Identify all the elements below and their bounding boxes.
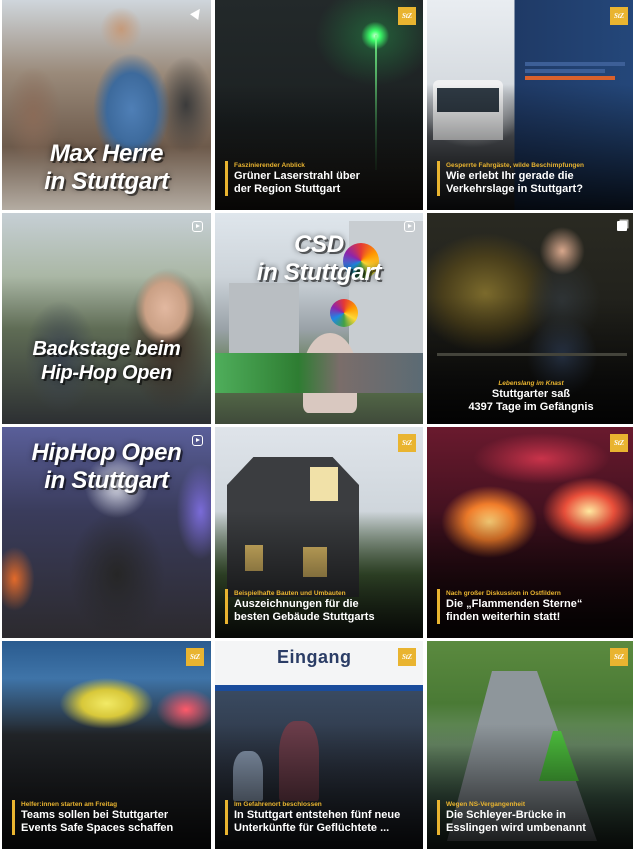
crowd [215,353,423,393]
grid-tile-hiphop-open[interactable]: HipHop Open in Stuttgart [2,427,211,638]
grid-tile-csd[interactable]: CSD in Stuttgart [215,213,423,424]
blue-stripe [215,685,423,691]
caption-headline: In Stuttgart entstehen fünf neue Unterkü… [234,809,401,834]
house-window [310,467,338,501]
tile-title: CSD in Stuttgart [256,231,382,286]
caption-kicker: Faszinierender Anblick [234,162,305,169]
caption-kicker: Gesperrte Fahrgäste, wilde Beschimpfunge… [446,162,584,169]
grid-tile-backstage[interactable]: Backstage beim Hip-Hop Open [2,213,211,424]
tile-caption: Faszinierender Anblick Grüner Laserstrah… [225,161,415,196]
caption-kicker: Helfer:innen starten am Freitag [21,801,118,808]
caption-kicker: Lebenslang im Knast [498,380,564,387]
caption-kicker: Nach großer Diskussion in Ostfildern [446,590,561,597]
grid-tile-schleyer-bruecke[interactable]: StZ Wegen NS-Vergangenheit Die Schleyer-… [427,641,633,849]
rainbow-flag [330,299,358,327]
grid-tile-max-herre[interactable]: Max Herre in Stuttgart [2,0,211,210]
stz-logo: StZ [610,7,628,25]
reel-icon [192,221,203,232]
tile-caption: Nach großer Diskussion in Ostfildern Die… [437,589,627,624]
caption-kicker: Beispielhafte Bauten und Umbauten [234,590,346,597]
profile-post-grid: Max Herre in Stuttgart StZ Faszinierende… [0,0,633,849]
tile-caption: Im Gefahrenort beschlossen In Stuttgart … [225,800,415,835]
caption-headline: Grüner Laserstrahl über der Region Stutt… [234,170,360,195]
tile-caption: Wegen NS-Vergangenheit Die Schleyer-Brüc… [437,800,627,835]
tile-title: HipHop Open in Stuttgart [31,439,182,494]
caption-kicker: Im Gefahrenort beschlossen [234,801,322,808]
grid-tile-safe-spaces[interactable]: StZ Helfer:innen starten am Freitag Team… [2,641,211,849]
building-left [229,283,299,353]
tile-caption: Gesperrte Fahrgäste, wilde Beschimpfunge… [437,161,627,196]
stz-logo: StZ [398,7,416,25]
caption-headline: Stuttgarter saß 4397 Tage im Gefängnis [468,388,594,413]
tile-caption: Lebenslang im Knast Stuttgarter saß 4397… [427,379,633,414]
stz-logo: StZ [186,648,204,666]
caption-headline: Die Schleyer-Brücke in Esslingen wird um… [446,809,586,834]
grid-tile-flammende-sterne[interactable]: StZ Nach großer Diskussion in Ostfildern… [427,427,633,638]
carousel-icon [617,221,627,231]
caption-headline: Auszeichnungen für die besten Gebäude St… [234,598,375,623]
grid-tile-gebaeude[interactable]: StZ Beispielhafte Bauten und Umbauten Au… [215,427,423,638]
grid-tile-laser[interactable]: StZ Faszinierender Anblick Grüner Lasers… [215,0,423,210]
caption-headline: Die „Flammenden Sterne“ finden weiterhin… [446,598,583,623]
stz-logo: StZ [610,648,628,666]
tile-caption: Helfer:innen starten am Freitag Teams so… [12,800,203,835]
stz-logo: StZ [610,434,628,452]
stz-logo: StZ [398,648,416,666]
caption-kicker: Wegen NS-Vergangenheit [446,801,525,808]
stz-logo: StZ [398,434,416,452]
caption-headline: Wie erlebt Ihr gerade die Verkehrslage i… [446,170,583,195]
tile-image [2,213,211,424]
grid-tile-gefaengnis[interactable]: Lebenslang im Knast Stuttgarter saß 4397… [427,213,633,424]
tile-title: Backstage beim Hip-Hop Open [32,338,181,384]
tile-caption: Beispielhafte Bauten und Umbauten Auszei… [225,589,415,624]
grid-tile-verkehrslage[interactable]: StZ Gesperrte Fahrgäste, wilde Beschimpf… [427,0,633,210]
tile-title: Max Herre in Stuttgart [44,140,169,195]
entrance-sign-text: Eingang [277,647,352,667]
grid-tile-unterkuenfte[interactable]: Eingang StZ Im Gefahrenort beschlossen I… [215,641,423,849]
caption-headline: Teams sollen bei Stuttgarter Events Safe… [21,809,174,834]
